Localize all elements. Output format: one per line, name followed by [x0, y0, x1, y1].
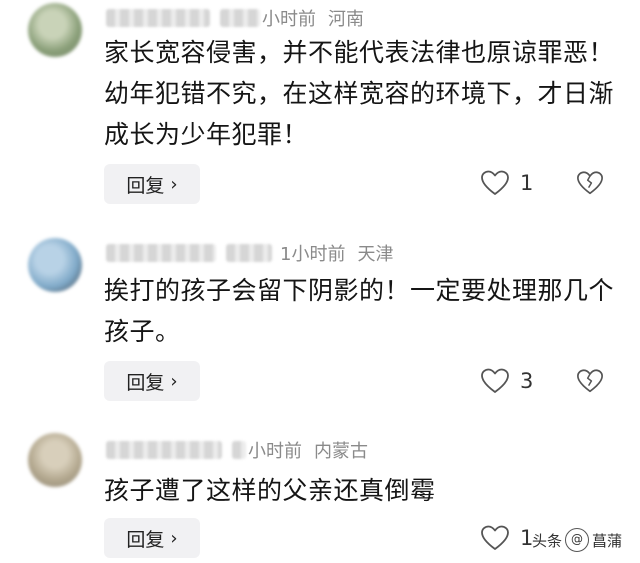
comment-time: 小时前	[248, 441, 302, 462]
username-blurred[interactable]	[106, 441, 222, 459]
heart-icon	[481, 525, 509, 550]
like-count: 3	[520, 369, 534, 393]
like-button[interactable]: 3	[480, 367, 533, 395]
watermark: 头条 @ 菖蒲	[532, 528, 622, 552]
broken-heart-icon	[577, 369, 603, 393]
reply-button[interactable]: 回复 ›	[104, 361, 200, 401]
watermark-prefix: 头条	[532, 531, 563, 550]
comment-location: 天津	[357, 244, 394, 265]
like-button[interactable]: 1	[480, 169, 533, 197]
reply-label: 回复	[126, 371, 165, 394]
heart-icon	[481, 170, 509, 195]
comment-meta: 小时前 河南	[106, 6, 364, 30]
watermark-handle: 菖蒲	[592, 531, 623, 550]
avatar[interactable]	[28, 238, 82, 292]
chevron-right-icon: ›	[170, 527, 178, 549]
chevron-right-icon: ›	[170, 370, 178, 392]
username-blurred[interactable]	[106, 244, 216, 262]
comment-text: 挨打的孩子会留下阴影的！一定要处理那几个孩子。	[104, 276, 615, 346]
comment-time: 1小时前	[280, 244, 346, 265]
at-icon: @	[565, 528, 590, 552]
time-blurred	[220, 9, 260, 27]
like-count: 1	[520, 171, 534, 195]
comment-time: 小时前	[262, 9, 316, 30]
avatar[interactable]	[28, 3, 82, 57]
username-blurred[interactable]	[106, 9, 210, 27]
comment-meta: 小时前 内蒙古	[106, 438, 368, 462]
comment-location: 河南	[328, 9, 364, 30]
reply-label: 回复	[126, 528, 165, 551]
comment-location: 内蒙古	[314, 441, 368, 462]
reply-label: 回复	[126, 174, 165, 197]
dislike-button[interactable]	[576, 169, 604, 201]
broken-heart-icon	[577, 171, 603, 195]
reply-button[interactable]: 回复 ›	[104, 518, 200, 558]
heart-icon	[481, 368, 509, 393]
reply-button[interactable]: 回复 ›	[104, 164, 200, 204]
time-blurred	[232, 441, 246, 459]
like-button[interactable]: 1	[480, 524, 533, 552]
chevron-right-icon: ›	[170, 173, 178, 195]
comment-text: 孩子遭了这样的父亲还真倒霉	[104, 476, 436, 505]
comment-text: 家长宽容侵害，并不能代表法律也原谅罪恶！幼年犯错不究，在这样宽容的环境下，才日渐…	[104, 38, 615, 149]
avatar[interactable]	[28, 433, 82, 487]
comment-meta: 1小时前 天津	[106, 241, 393, 265]
time-blurred	[226, 244, 272, 262]
dislike-button[interactable]	[576, 367, 604, 399]
